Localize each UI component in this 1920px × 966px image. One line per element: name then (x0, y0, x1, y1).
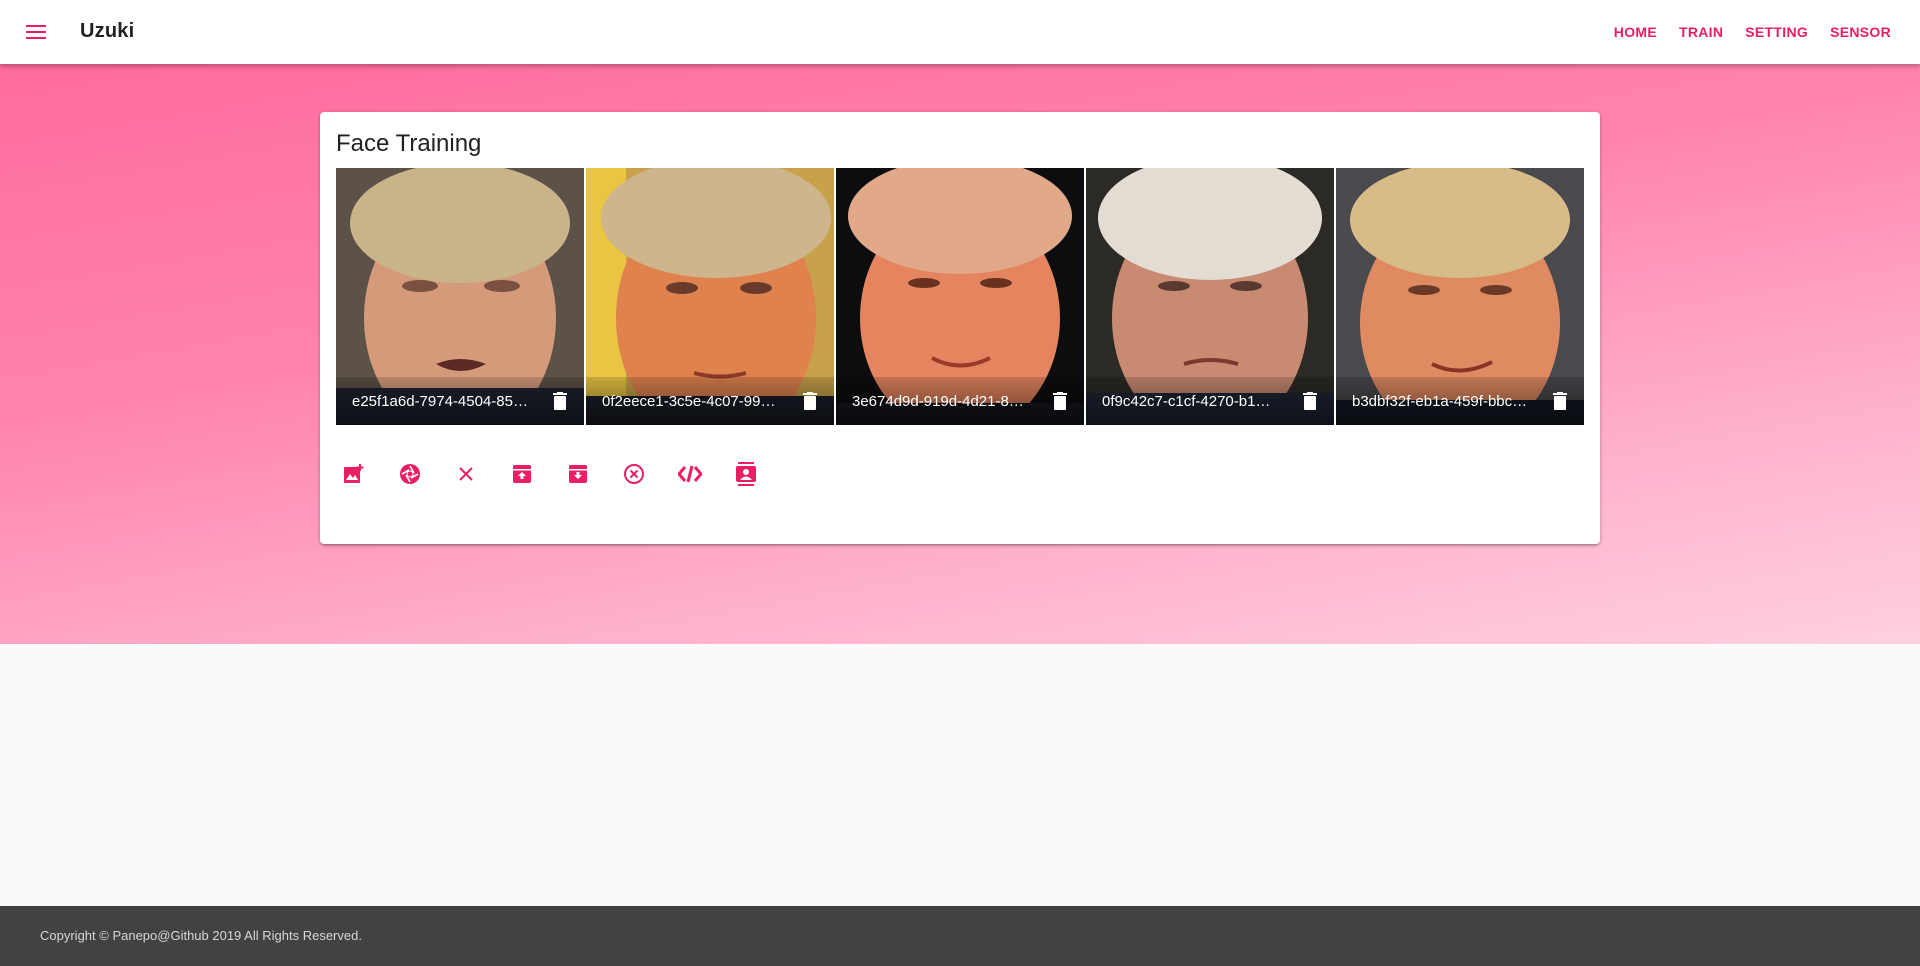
nav-train-link[interactable]: TRAIN (1668, 18, 1734, 46)
top-nav: HOME TRAIN SETTING SENSOR (1603, 18, 1902, 46)
tile-filename: 3e674d9d-919d-4d21-8… (852, 392, 1024, 410)
tile-caption-bar: b3dbf32f-eb1a-459f-bbc… (1336, 377, 1584, 425)
copyright-text: Copyright © Panepo@Github 2019 All Right… (40, 928, 362, 943)
menu-button[interactable] (20, 16, 52, 48)
nav-home-link[interactable]: HOME (1603, 18, 1668, 46)
app-bar: Uzuki HOME TRAIN SETTING SENSOR (0, 0, 1920, 64)
face-tile[interactable]: 0f2eece1-3c5e-4c07-99… (586, 168, 834, 425)
tile-caption-bar: 0f9c42c7-c1cf-4270-b1… (1086, 377, 1334, 425)
trash-icon (553, 392, 567, 410)
delete-button[interactable] (1044, 385, 1076, 417)
delete-button[interactable] (794, 385, 826, 417)
face-tile[interactable]: 3e674d9d-919d-4d21-8… (836, 168, 1084, 425)
code-button[interactable] (662, 450, 718, 498)
menu-icon (26, 25, 46, 39)
code-icon (678, 465, 702, 483)
camera-shutter-icon (400, 464, 420, 484)
app-title: Uzuki (80, 20, 135, 42)
trash-icon (1553, 392, 1567, 410)
tile-caption-bar: 3e674d9d-919d-4d21-8… (836, 377, 1084, 425)
upload-button[interactable] (494, 450, 550, 498)
cancel-button[interactable] (606, 450, 662, 498)
contact-card-icon (736, 462, 756, 486)
tile-filename: 0f9c42c7-c1cf-4270-b1… (1102, 392, 1271, 410)
trash-icon (803, 392, 817, 410)
tile-caption-bar: e25f1a6d-7974-4504-85… (336, 377, 584, 425)
face-image-grid: e25f1a6d-7974-4504-85… 0f2eece1-3c5e-4c0… (336, 168, 1584, 425)
trash-icon (1053, 392, 1067, 410)
tile-caption-bar: 0f2eece1-3c5e-4c07-99… (586, 377, 834, 425)
face-tile[interactable]: 0f9c42c7-c1cf-4270-b1… (1086, 168, 1334, 425)
nav-sensor-link[interactable]: SENSOR (1819, 18, 1902, 46)
footer: Copyright © Panepo@Github 2019 All Right… (0, 906, 1920, 966)
face-tile[interactable]: b3dbf32f-eb1a-459f-bbc… (1336, 168, 1584, 425)
face-training-card: Face Training e25f1a6d-7974-4504-85… 0f2… (320, 112, 1600, 544)
cancel-circle-icon (624, 464, 644, 484)
tile-filename: e25f1a6d-7974-4504-85… (352, 392, 528, 410)
nav-setting-link[interactable]: SETTING (1734, 18, 1819, 46)
tile-filename: b3dbf32f-eb1a-459f-bbc… (1352, 392, 1528, 410)
delete-button[interactable] (1294, 385, 1326, 417)
add-photo-icon (344, 464, 364, 483)
contacts-button[interactable] (718, 450, 774, 498)
capture-button[interactable] (382, 450, 438, 498)
upload-archive-icon (513, 465, 531, 483)
delete-button[interactable] (1544, 385, 1576, 417)
close-icon (459, 467, 473, 481)
face-tile[interactable]: e25f1a6d-7974-4504-85… (336, 168, 584, 425)
trash-icon (1303, 392, 1317, 410)
download-button[interactable] (550, 450, 606, 498)
clear-button[interactable] (438, 450, 494, 498)
card-title: Face Training (336, 130, 482, 157)
download-archive-icon (569, 465, 587, 483)
delete-button[interactable] (544, 385, 576, 417)
add-photo-button[interactable] (326, 450, 382, 498)
tile-filename: 0f2eece1-3c5e-4c07-99… (602, 392, 776, 410)
action-toolbar (326, 450, 774, 498)
